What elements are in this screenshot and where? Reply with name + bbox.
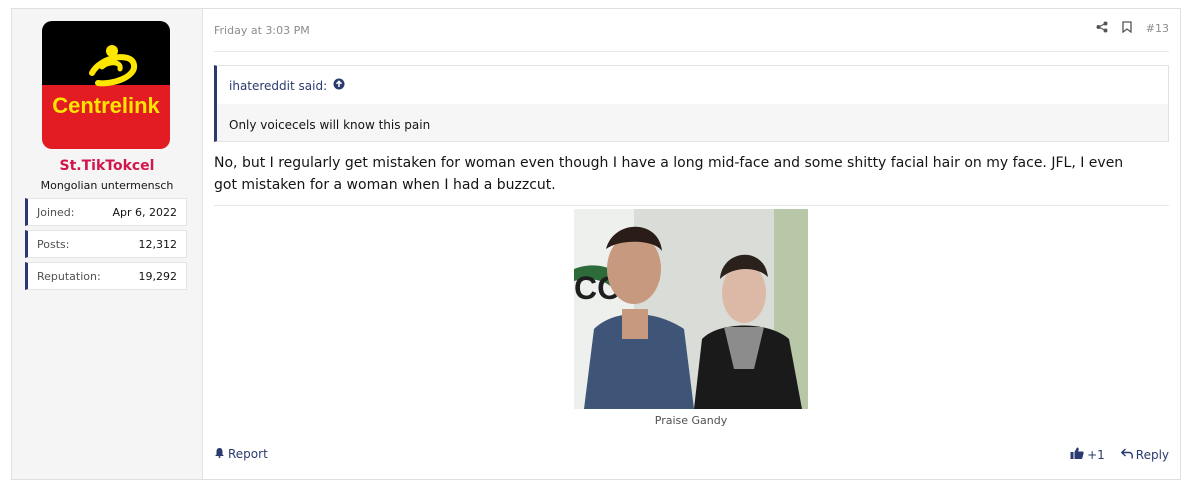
avatar[interactable]: Centrelink [42, 21, 170, 149]
stat-value: Apr 6, 2022 [112, 206, 177, 219]
quote-header: ihatereddit said: [217, 66, 1168, 104]
image-caption: Praise Gandy [654, 414, 728, 427]
bell-icon [214, 447, 225, 461]
quote-author: ihatereddit said: [229, 78, 328, 93]
post-footer-actions: +1 Reply [1070, 447, 1169, 462]
post-date[interactable]: Friday at 3:03 PM [214, 24, 310, 37]
like-button[interactable]: +1 [1070, 447, 1105, 462]
reply-label: Reply [1135, 447, 1169, 462]
report-button[interactable]: Report [214, 447, 268, 461]
reply-arrow-icon [1120, 447, 1133, 462]
divider [214, 205, 1169, 206]
report-label: Report [228, 447, 268, 461]
stat-value: 19,292 [138, 270, 178, 283]
quote-author-link[interactable]: ihatereddit said: [229, 78, 345, 93]
user-title: Mongolian untermensch [40, 179, 174, 192]
message-main: Friday at 3:03 PM #13 ihatereddit said: … [214, 9, 1169, 479]
quote-text: Only voicecels will know this pain [229, 118, 431, 132]
share-icon[interactable] [1096, 21, 1108, 36]
stat-reputation: Reputation: 19,292 [25, 262, 187, 290]
stat-label: Reputation: [37, 270, 101, 283]
reaction-count: +1 [1087, 447, 1105, 462]
user-sidebar: Centrelink St.TikTokcel Mongolian unterm… [12, 9, 203, 479]
stat-value[interactable]: 12,312 [139, 238, 178, 251]
post-actions: #13 [1096, 21, 1169, 36]
divider [214, 51, 1169, 52]
message-post: Centrelink St.TikTokcel Mongolian unterm… [11, 8, 1181, 480]
thumbs-up-icon [1070, 447, 1084, 462]
reply-button[interactable]: Reply [1120, 447, 1169, 462]
stat-label: Joined: [37, 206, 75, 219]
stat-posts: Posts: 12,312 [25, 230, 187, 258]
svg-text:Centrelink: Centrelink [52, 93, 160, 118]
photo-two-men: CO [574, 209, 808, 409]
username[interactable]: St.TikTokcel [12, 158, 202, 174]
post-body: No, but I regularly get mistaken for wom… [214, 155, 1124, 193]
arrow-up-circle-icon[interactable] [333, 78, 345, 93]
centrelink-logo-avatar: Centrelink [42, 21, 170, 149]
post-number[interactable]: #13 [1146, 22, 1169, 35]
quote-block: ihatereddit said: Only voicecels will kn… [214, 65, 1169, 142]
stat-joined: Joined: Apr 6, 2022 [25, 198, 187, 226]
stat-label: Posts: [37, 238, 70, 251]
bookmark-icon[interactable] [1122, 21, 1132, 36]
post-image[interactable]: CO [574, 209, 808, 409]
